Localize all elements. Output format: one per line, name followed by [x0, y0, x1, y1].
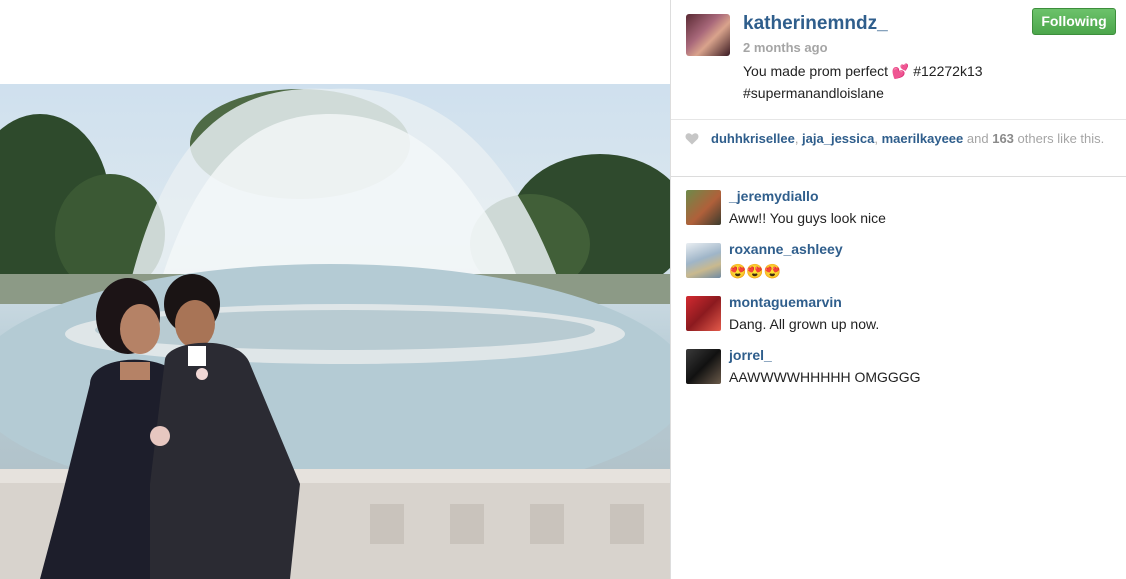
commenter-username[interactable]: montaguemarvin [729, 294, 842, 310]
owner-avatar[interactable] [686, 14, 730, 56]
caption-line-1: You made prom perfect 💕 #12272k13 [743, 63, 983, 79]
photo-panel [0, 0, 670, 579]
comment-item: roxanne_ashleey 😍😍😍 [671, 240, 1126, 293]
commenter-username[interactable]: _jeremydiallo [729, 188, 819, 204]
commenter-avatar[interactable] [686, 296, 721, 331]
post-timestamp: 2 months ago [743, 40, 828, 55]
comment-text: AAWWWWHHHHH OMGGGG [729, 369, 921, 385]
like-separator: , [874, 131, 882, 146]
photo-illustration [0, 88, 670, 579]
liker-link[interactable]: duhhkrisellee [711, 131, 795, 146]
commenter-username[interactable]: jorrel_ [729, 347, 772, 363]
liker-link[interactable]: jaja_jessica [802, 131, 874, 146]
owner-username[interactable]: katherinemndz_ [743, 13, 888, 35]
comment-item: montaguemarvin Dang. All grown up now. [671, 293, 1126, 346]
likes-section: duhhkrisellee, jaja_jessica, maerilkayee… [671, 120, 1126, 177]
likes-and-text: and [966, 131, 989, 146]
comments-list: _jeremydiallo Aww!! You guys look nice r… [671, 177, 1126, 399]
commenter-avatar[interactable] [686, 349, 721, 384]
post-caption: You made prom perfect 💕 #12272k13 #super… [743, 60, 1023, 104]
post-photo[interactable] [0, 84, 670, 579]
comment-text: Aww!! You guys look nice [729, 210, 886, 226]
comment-text: Dang. All grown up now. [729, 316, 880, 332]
comment-item: _jeremydiallo Aww!! You guys look nice [671, 187, 1126, 240]
liker-link[interactable]: maerilkayeee [882, 131, 964, 146]
likes-others-text: others like this. [1017, 131, 1105, 146]
following-button[interactable]: Following [1032, 8, 1116, 35]
post-sidebar: katherinemndz_ 2 months ago You made pro… [670, 0, 1126, 579]
commenter-avatar[interactable] [686, 190, 721, 225]
comment-text: 😍😍😍 [729, 263, 782, 279]
like-separator: , [794, 131, 803, 146]
comment-item: jorrel_ AAWWWWHHHHH OMGGGG [671, 346, 1126, 399]
likes-count[interactable]: 163 [992, 131, 1014, 146]
post-header: katherinemndz_ 2 months ago You made pro… [671, 0, 1126, 120]
commenter-avatar[interactable] [686, 243, 721, 278]
caption-line-2: #supermanandloislane [743, 85, 884, 101]
commenter-username[interactable]: roxanne_ashleey [729, 241, 843, 257]
heart-icon[interactable] [685, 132, 699, 145]
